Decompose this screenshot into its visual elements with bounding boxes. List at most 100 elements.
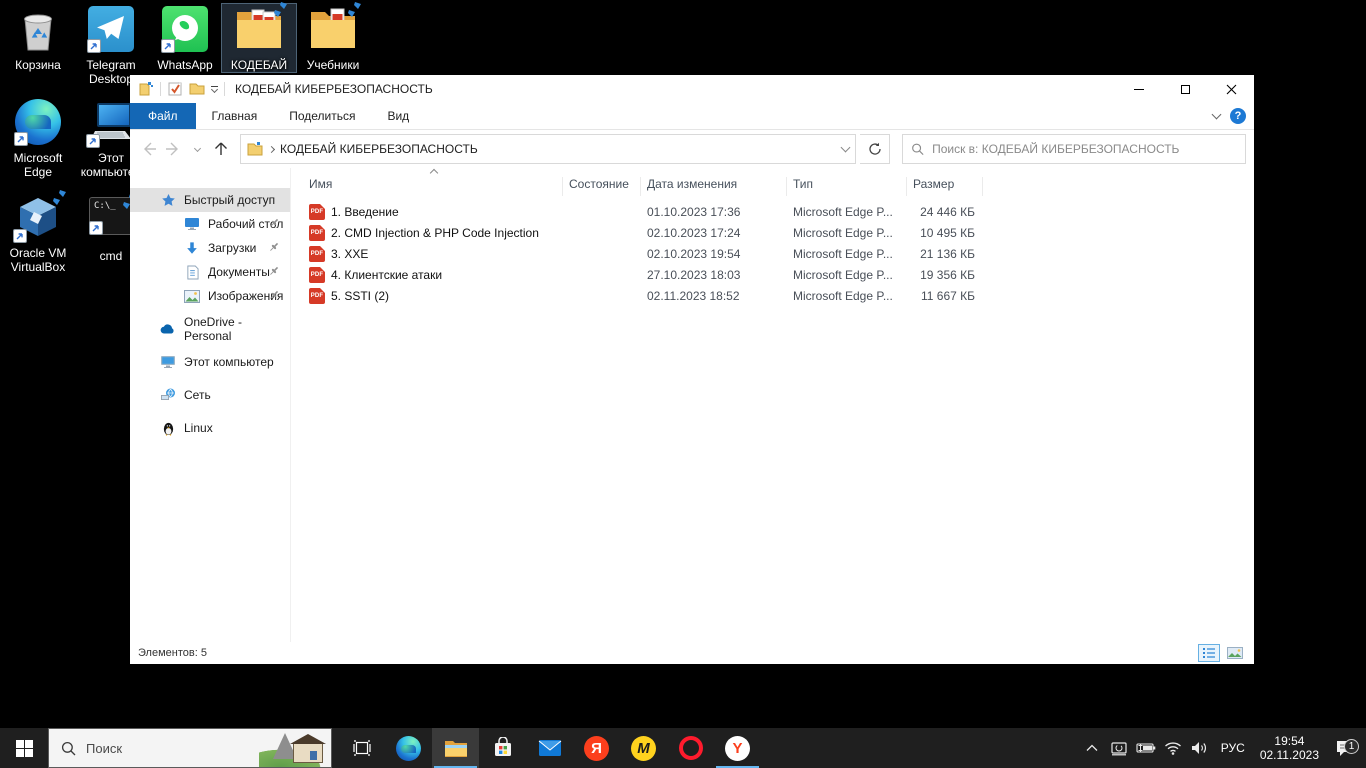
start-button[interactable] — [0, 728, 48, 768]
desktop-icon-label: Корзина — [1, 58, 75, 72]
documents-icon — [184, 264, 200, 280]
maximize-button[interactable] — [1162, 75, 1208, 103]
taskbar-search-input[interactable] — [86, 741, 216, 756]
large-icons-view-button[interactable] — [1224, 644, 1246, 662]
task-view-button[interactable] — [338, 728, 385, 768]
taskbar-mail-icon[interactable] — [526, 728, 573, 768]
sidebar-item-label: Быстрый доступ — [184, 193, 275, 207]
taskbar-yandex-browser-icon[interactable]: Y — [714, 728, 761, 768]
taskbar-explorer-icon[interactable] — [432, 728, 479, 768]
taskbar-m-app-icon[interactable]: M — [620, 728, 667, 768]
sidebar-item-network[interactable]: Сеть — [130, 383, 290, 407]
minimize-button[interactable] — [1116, 75, 1162, 103]
pin-icon — [268, 217, 280, 229]
qat-customize-icon[interactable] — [211, 86, 218, 92]
explorer-window: КОДЕБАЙ КИБЕРБЕЗОПАСНОСТЬ Файл Главная П… — [130, 75, 1254, 664]
taskbar-opera-icon[interactable] — [667, 728, 714, 768]
pdf-file-icon: PDF — [309, 267, 325, 283]
taskbar-search-box[interactable] — [48, 728, 332, 768]
refresh-button[interactable] — [860, 134, 890, 164]
sidebar-item-pictures[interactable]: Изображения — [130, 284, 290, 308]
desktop-icon-whatsapp[interactable]: WhatsApp — [148, 4, 222, 72]
desktop-icon-telegram[interactable]: Telegram Desktop — [74, 4, 148, 86]
column-header-name[interactable]: Имя — [309, 177, 563, 196]
navigation-pane: Быстрый доступ Рабочий стол Загрузки — [130, 168, 290, 642]
taskbar-store-icon[interactable] — [479, 728, 526, 768]
help-button[interactable]: ? — [1230, 108, 1246, 124]
search-box[interactable] — [902, 134, 1246, 164]
tab-view[interactable]: Вид — [371, 103, 425, 129]
folder-pdf-icon — [235, 6, 283, 54]
file-row[interactable]: PDF3. XXE 02.10.2023 19:54 Microsoft Edg… — [309, 243, 1254, 264]
tab-share[interactable]: Поделиться — [273, 103, 371, 129]
tray-battery-icon[interactable] — [1136, 742, 1156, 754]
tray-display-sync-icon[interactable] — [1109, 741, 1129, 756]
window-system-icon[interactable] — [138, 81, 154, 97]
breadcrumb[interactable]: КОДЕБАЙ КИБЕРБЕЗОПАСНОСТЬ — [280, 142, 478, 156]
close-button[interactable] — [1208, 75, 1254, 103]
column-header-type[interactable]: Тип — [787, 177, 907, 196]
up-button[interactable] — [210, 138, 232, 160]
back-button[interactable] — [138, 138, 160, 160]
sidebar-item-desktop[interactable]: Рабочий стол — [130, 212, 290, 236]
details-view-button[interactable] — [1198, 644, 1220, 662]
recent-locations-icon[interactable] — [186, 138, 208, 160]
tab-home[interactable]: Главная — [196, 103, 274, 129]
pdf-file-icon: PDF — [309, 225, 325, 241]
file-type: Microsoft Edge P... — [787, 205, 907, 219]
window-controls — [1116, 75, 1254, 103]
desktop-icon-uchebniki[interactable]: Учебники — [296, 4, 370, 72]
new-folder-button-icon[interactable] — [189, 81, 205, 97]
search-highlight-image[interactable] — [259, 729, 331, 767]
pdf-file-icon: PDF — [309, 288, 325, 304]
sidebar-item-linux[interactable]: Linux — [130, 416, 290, 440]
sidebar-item-documents[interactable]: Документы — [130, 260, 290, 284]
address-bar[interactable]: КОДЕБАЙ КИБЕРБЕЗОПАСНОСТЬ — [240, 134, 856, 164]
tray-wifi-icon[interactable] — [1163, 741, 1183, 755]
file-date: 02.11.2023 18:52 — [641, 289, 787, 303]
search-icon — [61, 741, 76, 756]
divider — [160, 82, 161, 96]
file-name: 2. CMD Injection & PHP Code Injection — [331, 226, 539, 240]
file-row[interactable]: PDF5. SSTI (2) 02.11.2023 18:52 Microsof… — [309, 285, 1254, 306]
file-row[interactable]: PDF4. Клиентские атаки 27.10.2023 18:03 … — [309, 264, 1254, 285]
desktop-icon-edge[interactable]: Microsoft Edge — [1, 97, 75, 179]
column-header-size[interactable]: Размер — [907, 177, 983, 196]
forward-button[interactable] — [162, 138, 184, 160]
downloads-icon — [184, 240, 200, 256]
search-input[interactable] — [932, 142, 1237, 156]
action-center-button[interactable]: 1 — [1330, 740, 1360, 757]
file-row[interactable]: PDF1. Введение 01.10.2023 17:36 Microsof… — [309, 201, 1254, 222]
sidebar-item-quick-access[interactable]: Быстрый доступ — [130, 188, 290, 212]
taskbar-yandex-icon[interactable]: Я — [573, 728, 620, 768]
title-bar[interactable]: КОДЕБАЙ КИБЕРБЕЗОПАСНОСТЬ — [130, 75, 1254, 103]
desktop-icon-recycle-bin[interactable]: Корзина — [1, 4, 75, 72]
status-bar: Элементов: 5 — [130, 642, 1254, 664]
address-dropdown-icon[interactable] — [841, 143, 851, 153]
virtualbox-icon — [14, 194, 62, 242]
file-date: 27.10.2023 18:03 — [641, 268, 787, 282]
desktop-icon-virtualbox[interactable]: Oracle VM VirtualBox — [1, 192, 75, 274]
language-indicator[interactable]: РУС — [1217, 741, 1249, 755]
column-header-date[interactable]: Дата изменения — [641, 177, 787, 196]
taskbar-clock[interactable]: 19:54 02.11.2023 — [1256, 734, 1323, 762]
ribbon-collapse-icon[interactable] — [1212, 110, 1222, 120]
desktop-icon-label: КОДЕБАЙ — [222, 58, 296, 72]
window-title: КОДЕБАЙ КИБЕРБЕЗОПАСНОСТЬ — [235, 82, 433, 96]
tray-chevron-up-icon[interactable] — [1082, 744, 1102, 752]
file-row[interactable]: PDF 2. CMD Injection & PHP Code Injection… — [309, 222, 1254, 243]
sidebar-item-onedrive[interactable]: OneDrive - Personal — [130, 317, 290, 341]
sidebar-item-this-pc[interactable]: Этот компьютер — [130, 350, 290, 374]
tab-file[interactable]: Файл — [130, 103, 196, 129]
desktop-icon-label: Oracle VM VirtualBox — [1, 246, 75, 274]
taskbar-edge-icon[interactable] — [385, 728, 432, 768]
tab-label: Вид — [387, 109, 409, 123]
column-header-status[interactable]: Состояние — [563, 177, 641, 196]
this-pc-icon — [160, 354, 176, 370]
desktop-icon-kodebay[interactable]: КОДЕБАЙ — [222, 4, 296, 72]
sidebar-item-label: Linux — [184, 421, 213, 435]
tray-volume-icon[interactable] — [1190, 741, 1210, 755]
file-type: Microsoft Edge P... — [787, 247, 907, 261]
properties-button-icon[interactable] — [167, 81, 183, 97]
sidebar-item-downloads[interactable]: Загрузки — [130, 236, 290, 260]
